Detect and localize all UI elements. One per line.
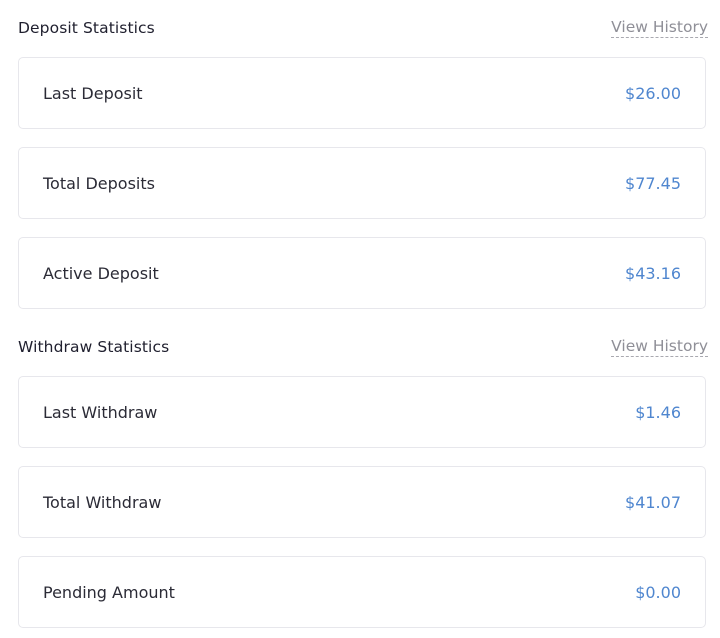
- deposit-section-title: Deposit Statistics: [18, 19, 155, 37]
- pending-amount-card: Pending Amount $0.00: [18, 556, 706, 628]
- deposit-view-history-link[interactable]: View History: [611, 18, 708, 38]
- withdraw-section-title: Withdraw Statistics: [18, 338, 170, 356]
- active-deposit-label: Active Deposit: [43, 263, 159, 283]
- last-withdraw-label: Last Withdraw: [43, 402, 158, 422]
- total-deposits-label: Total Deposits: [43, 173, 155, 193]
- pending-amount-value: $0.00: [635, 582, 681, 602]
- total-withdraw-value: $41.07: [625, 492, 681, 512]
- active-deposit-value: $43.16: [625, 263, 681, 283]
- last-deposit-label: Last Deposit: [43, 83, 143, 103]
- total-deposits-value: $77.45: [625, 173, 681, 193]
- active-deposit-card: Active Deposit $43.16: [18, 237, 706, 309]
- last-withdraw-card: Last Withdraw $1.46: [18, 376, 706, 448]
- last-deposit-card: Last Deposit $26.00: [18, 57, 706, 129]
- withdraw-section-header: Withdraw Statistics View History: [18, 334, 708, 360]
- total-deposits-card: Total Deposits $77.45: [18, 147, 706, 219]
- statistics-panel: Deposit Statistics View History Last Dep…: [0, 0, 720, 638]
- withdraw-view-history-link[interactable]: View History: [611, 337, 708, 357]
- last-deposit-value: $26.00: [625, 83, 681, 103]
- deposit-section-header: Deposit Statistics View History: [18, 15, 708, 41]
- total-withdraw-card: Total Withdraw $41.07: [18, 466, 706, 538]
- pending-amount-label: Pending Amount: [43, 582, 175, 602]
- last-withdraw-value: $1.46: [635, 402, 681, 422]
- total-withdraw-label: Total Withdraw: [43, 492, 162, 512]
